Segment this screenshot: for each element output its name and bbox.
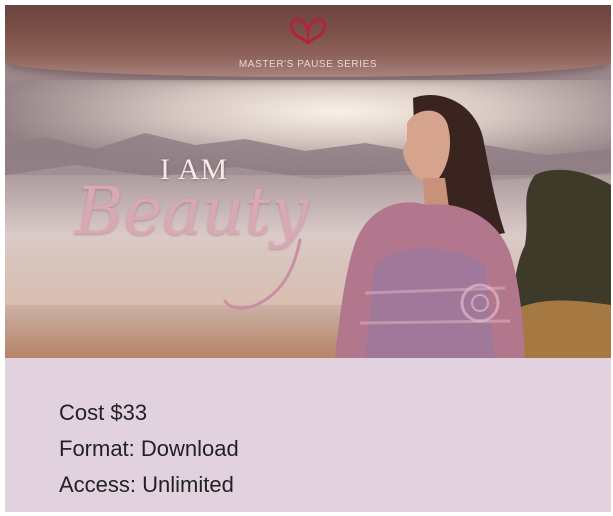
- woman-figure: [335, 94, 525, 358]
- format-text: Format: Download: [59, 436, 239, 461]
- product-details: Cost $33 Format: Download Access: Unlimi…: [59, 395, 239, 503]
- butterfly-logo-icon: [290, 17, 326, 45]
- cost-text: Cost $33: [59, 400, 148, 425]
- series-label: MASTER'S PAUSE SERIES: [238, 59, 378, 70]
- access-text: Access: Unlimited: [59, 472, 234, 497]
- product-image[interactable]: MASTER'S PAUSE SERIES I AM Beauty: [5, 5, 611, 358]
- product-card: MASTER'S PAUSE SERIES I AM Beauty Cost $…: [5, 5, 611, 512]
- title-swash: [223, 238, 302, 310]
